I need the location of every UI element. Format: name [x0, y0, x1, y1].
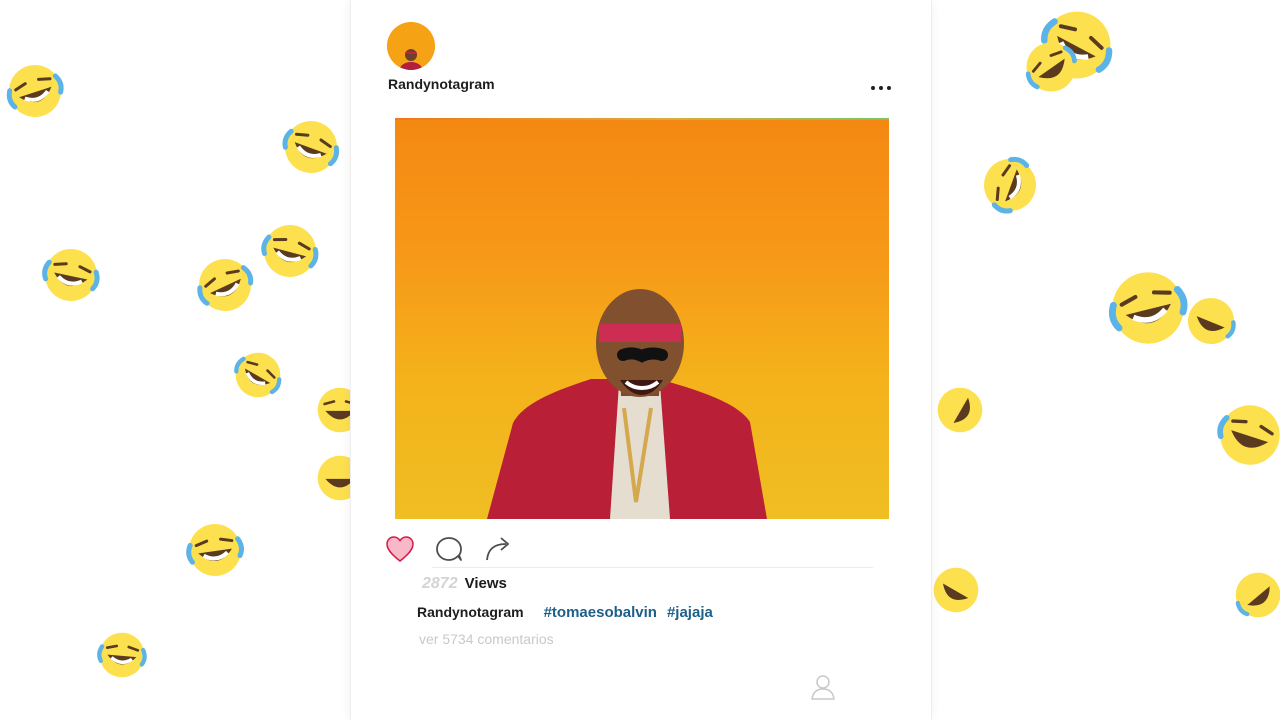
laughing-emoji-icon [42, 249, 100, 301]
more-dots-icon [879, 86, 883, 90]
views-label: Views [464, 575, 507, 592]
more-dots-icon [871, 86, 875, 90]
more-options-button[interactable] [871, 80, 891, 96]
video-stage: Randynotagram 2872 Views Randynotagram #… [0, 0, 1280, 720]
avatar-image [387, 22, 435, 70]
laughing-emoji-icon [1187, 297, 1236, 345]
laughing-emoji-icon [234, 352, 282, 398]
avatar[interactable] [387, 22, 435, 70]
post-username[interactable]: Randynotagram [388, 76, 495, 92]
laughing-emoji-icon [261, 225, 319, 277]
post-photo[interactable] [395, 118, 889, 519]
hashtag-link[interactable]: #tomaesobalvin [544, 604, 657, 621]
laughing-emoji-icon [97, 632, 147, 678]
laughing-emoji-icon [984, 156, 1036, 214]
share-arrow-icon [486, 537, 510, 561]
laughing-emoji-icon [1217, 405, 1280, 465]
hashtag-link[interactable]: #jajaja [667, 604, 713, 621]
laughing-emoji-icon [6, 65, 64, 117]
views-count: 2872 [422, 575, 458, 592]
views-counter: 2872 Views [422, 575, 507, 593]
profile-icon [811, 675, 835, 700]
post-card: Randynotagram 2872 Views Randynotagram #… [350, 0, 932, 720]
view-comments-link[interactable]: ver 5734 comentarios [419, 631, 554, 647]
laughing-emoji-icon [1235, 572, 1280, 618]
laughing-man-photo [487, 289, 767, 519]
laughing-emoji-icon [1041, 11, 1113, 79]
laughing-emoji-icon [282, 121, 340, 173]
actions-divider [432, 567, 873, 568]
laughing-emoji-icon [1025, 42, 1077, 92]
laughing-emoji-icon [1108, 272, 1188, 344]
comment-button[interactable] [432, 532, 466, 566]
post-caption: Randynotagram #tomaesobalvin #jajaja [417, 604, 713, 621]
like-button[interactable] [383, 532, 417, 566]
share-button[interactable] [481, 532, 515, 566]
post-actions [383, 532, 513, 566]
more-dots-icon [887, 86, 891, 90]
laughing-emoji-icon [197, 259, 254, 311]
caption-username[interactable]: Randynotagram [417, 604, 524, 620]
profile-button[interactable] [808, 672, 838, 702]
comment-icon [436, 537, 462, 561]
laughing-emoji-icon [186, 524, 244, 576]
heart-icon [386, 536, 414, 562]
